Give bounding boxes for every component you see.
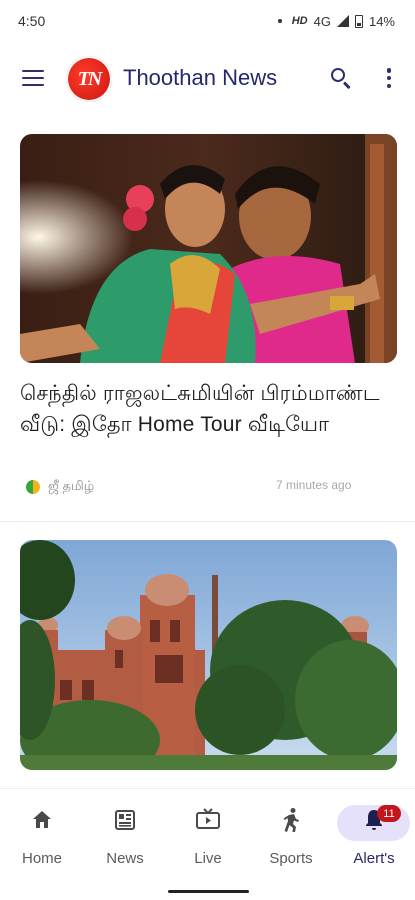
article-photo-couple [20,134,397,363]
nav-home[interactable]: Home [2,807,82,867]
menu-icon[interactable] [22,70,44,86]
nav-news-label: News [106,850,144,867]
alerts-badge: 11 [377,805,401,822]
running-icon [278,807,304,833]
app-logo: TN [66,56,112,102]
app-title: Thoothan News [123,65,278,90]
signal-icon [336,15,349,27]
article-divider [0,521,415,522]
notification-dot-icon [277,19,282,23]
network-type: 4G [313,13,331,29]
nav-home-label: Home [21,850,62,867]
bottom-navigation: Home News Live Sports Alert's 11 [0,788,415,900]
nav-sports[interactable]: Sports [251,807,331,867]
article-timestamp: 7 minutes ago [276,478,352,492]
source-logo-icon [26,479,40,494]
hd-indicator: HD [291,15,308,27]
article-image[interactable] [20,134,397,363]
battery-icon [354,14,363,28]
article-photo-building [20,540,397,770]
article-headline[interactable]: செந்தில் ராஜலட்சுமியின் பிரம்மாண்ட வீடு:… [20,378,390,440]
nav-live[interactable]: Live [168,807,248,867]
nav-live-label: Live [194,850,222,867]
source-name: ஜீ தமிழ் [48,478,95,493]
status-bar: 4:50 HD 4G 14% [0,0,415,42]
status-indicators: HD 4G 14% [277,13,395,29]
nav-alerts[interactable]: Alert's [334,807,414,867]
tv-icon [195,807,221,833]
search-icon[interactable] [330,67,352,90]
article-source: ஜீ தமிழ் [26,478,94,495]
article-image-2[interactable] [20,540,397,770]
app-bar: TN Thoothan News [0,48,415,110]
newspaper-icon [112,807,138,833]
nav-alerts-label: Alert's [353,850,395,867]
home-indicator[interactable] [168,890,249,893]
nav-sports-label: Sports [269,850,313,867]
home-icon [29,807,55,833]
more-vert-icon[interactable] [386,68,392,88]
battery-percent: 14% [368,13,395,29]
nav-news[interactable]: News [85,807,165,867]
status-time: 4:50 [18,13,46,29]
logo-text: TN [77,67,103,90]
